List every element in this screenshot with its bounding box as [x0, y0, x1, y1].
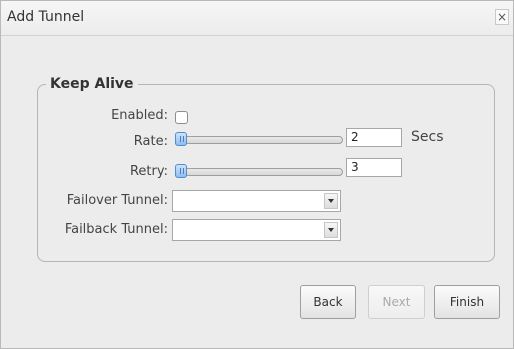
dialog-title: Add Tunnel — [7, 9, 85, 25]
rate-slider-thumb[interactable] — [175, 132, 187, 146]
rate-label: Rate: — [133, 134, 168, 149]
enabled-label: Enabled: — [111, 108, 168, 123]
retry-input[interactable]: 3 — [346, 158, 402, 177]
add-tunnel-dialog: Add Tunnel × Keep Alive Enabled: Rate: 2… — [0, 0, 514, 349]
failover-tunnel-select[interactable] — [172, 190, 341, 212]
close-icon[interactable]: × — [495, 9, 509, 25]
back-button[interactable]: Back — [300, 285, 356, 319]
rate-unit-label: Secs — [411, 129, 444, 145]
rate-input[interactable]: 2 — [346, 128, 402, 147]
finish-button[interactable]: Finish — [434, 285, 500, 319]
failback-tunnel-label: Failback Tunnel: — [64, 222, 168, 237]
chevron-down-icon[interactable] — [324, 222, 338, 238]
failover-tunnel-label: Failover Tunnel: — [66, 193, 168, 208]
next-button[interactable]: Next — [368, 285, 425, 319]
enabled-checkbox[interactable] — [175, 111, 188, 124]
retry-slider-thumb[interactable] — [175, 164, 187, 178]
failback-tunnel-select[interactable] — [172, 219, 341, 241]
retry-label: Retry: — [129, 164, 168, 179]
rate-slider[interactable] — [175, 132, 343, 146]
chevron-down-icon[interactable] — [324, 193, 338, 209]
dialog-titlebar: Add Tunnel × — [1, 1, 513, 36]
keep-alive-legend: Keep Alive — [50, 76, 134, 92]
retry-slider[interactable] — [175, 164, 343, 178]
